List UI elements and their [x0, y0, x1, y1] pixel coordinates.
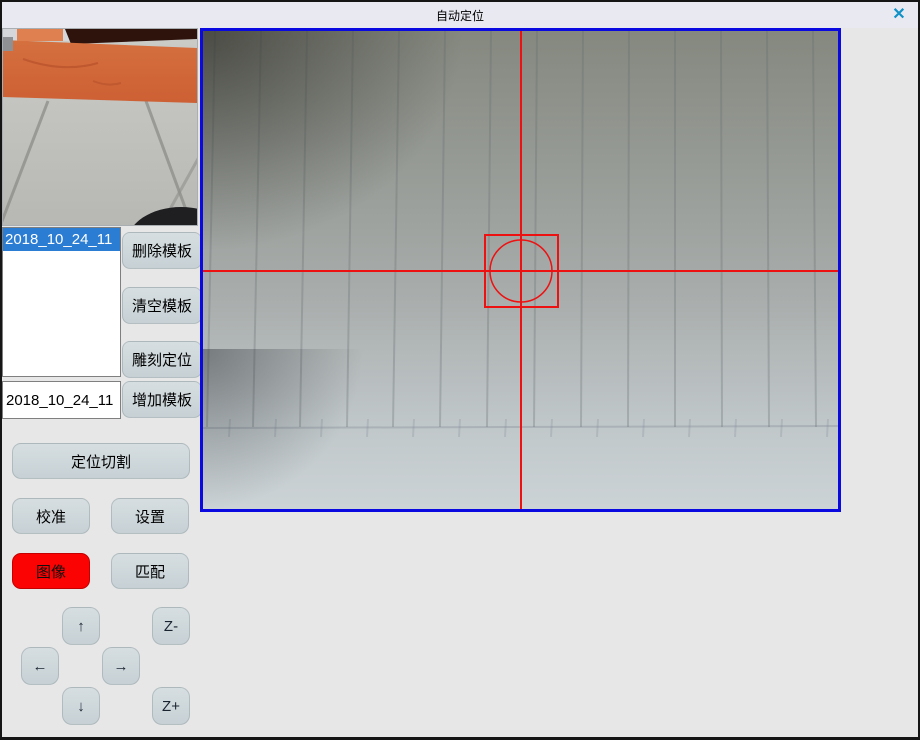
auto-position-dialog: 自动定位 ✕ — [0, 0, 920, 740]
position-cut-button[interactable]: 定位切割 — [12, 443, 190, 479]
title-bar: 自动定位 ✕ — [2, 2, 918, 28]
camera-feed — [203, 31, 838, 509]
thumbnail-photo — [3, 29, 197, 225]
jog-left-button[interactable]: ← — [21, 647, 59, 685]
camera-view[interactable] — [200, 28, 841, 512]
jog-down-button[interactable]: ↓ — [62, 687, 100, 725]
delete-template-button[interactable]: 删除模板 — [122, 232, 202, 269]
image-button[interactable]: 图像 — [12, 553, 90, 589]
calibrate-button[interactable]: 校准 — [12, 498, 90, 534]
template-name-input[interactable] — [2, 381, 121, 419]
z-plus-button[interactable]: Z+ — [152, 687, 190, 725]
add-template-button[interactable]: 增加模板 — [122, 381, 202, 418]
template-thumbnail[interactable] — [2, 28, 198, 226]
list-item[interactable]: 2018_10_24_11 — [3, 228, 120, 251]
clear-templates-button[interactable]: 清空模板 — [122, 287, 202, 324]
close-icon[interactable]: ✕ — [888, 5, 910, 25]
jog-right-button[interactable]: → — [102, 647, 140, 685]
settings-button[interactable]: 设置 — [111, 498, 189, 534]
template-list[interactable]: 2018_10_24_11 — [2, 227, 121, 377]
jog-up-button[interactable]: ↑ — [62, 607, 100, 645]
match-button[interactable]: 匹配 — [111, 553, 189, 589]
dialog-title: 自动定位 — [436, 7, 484, 24]
engrave-position-button[interactable]: 雕刻定位 — [122, 341, 202, 378]
z-minus-button[interactable]: Z- — [152, 607, 190, 645]
